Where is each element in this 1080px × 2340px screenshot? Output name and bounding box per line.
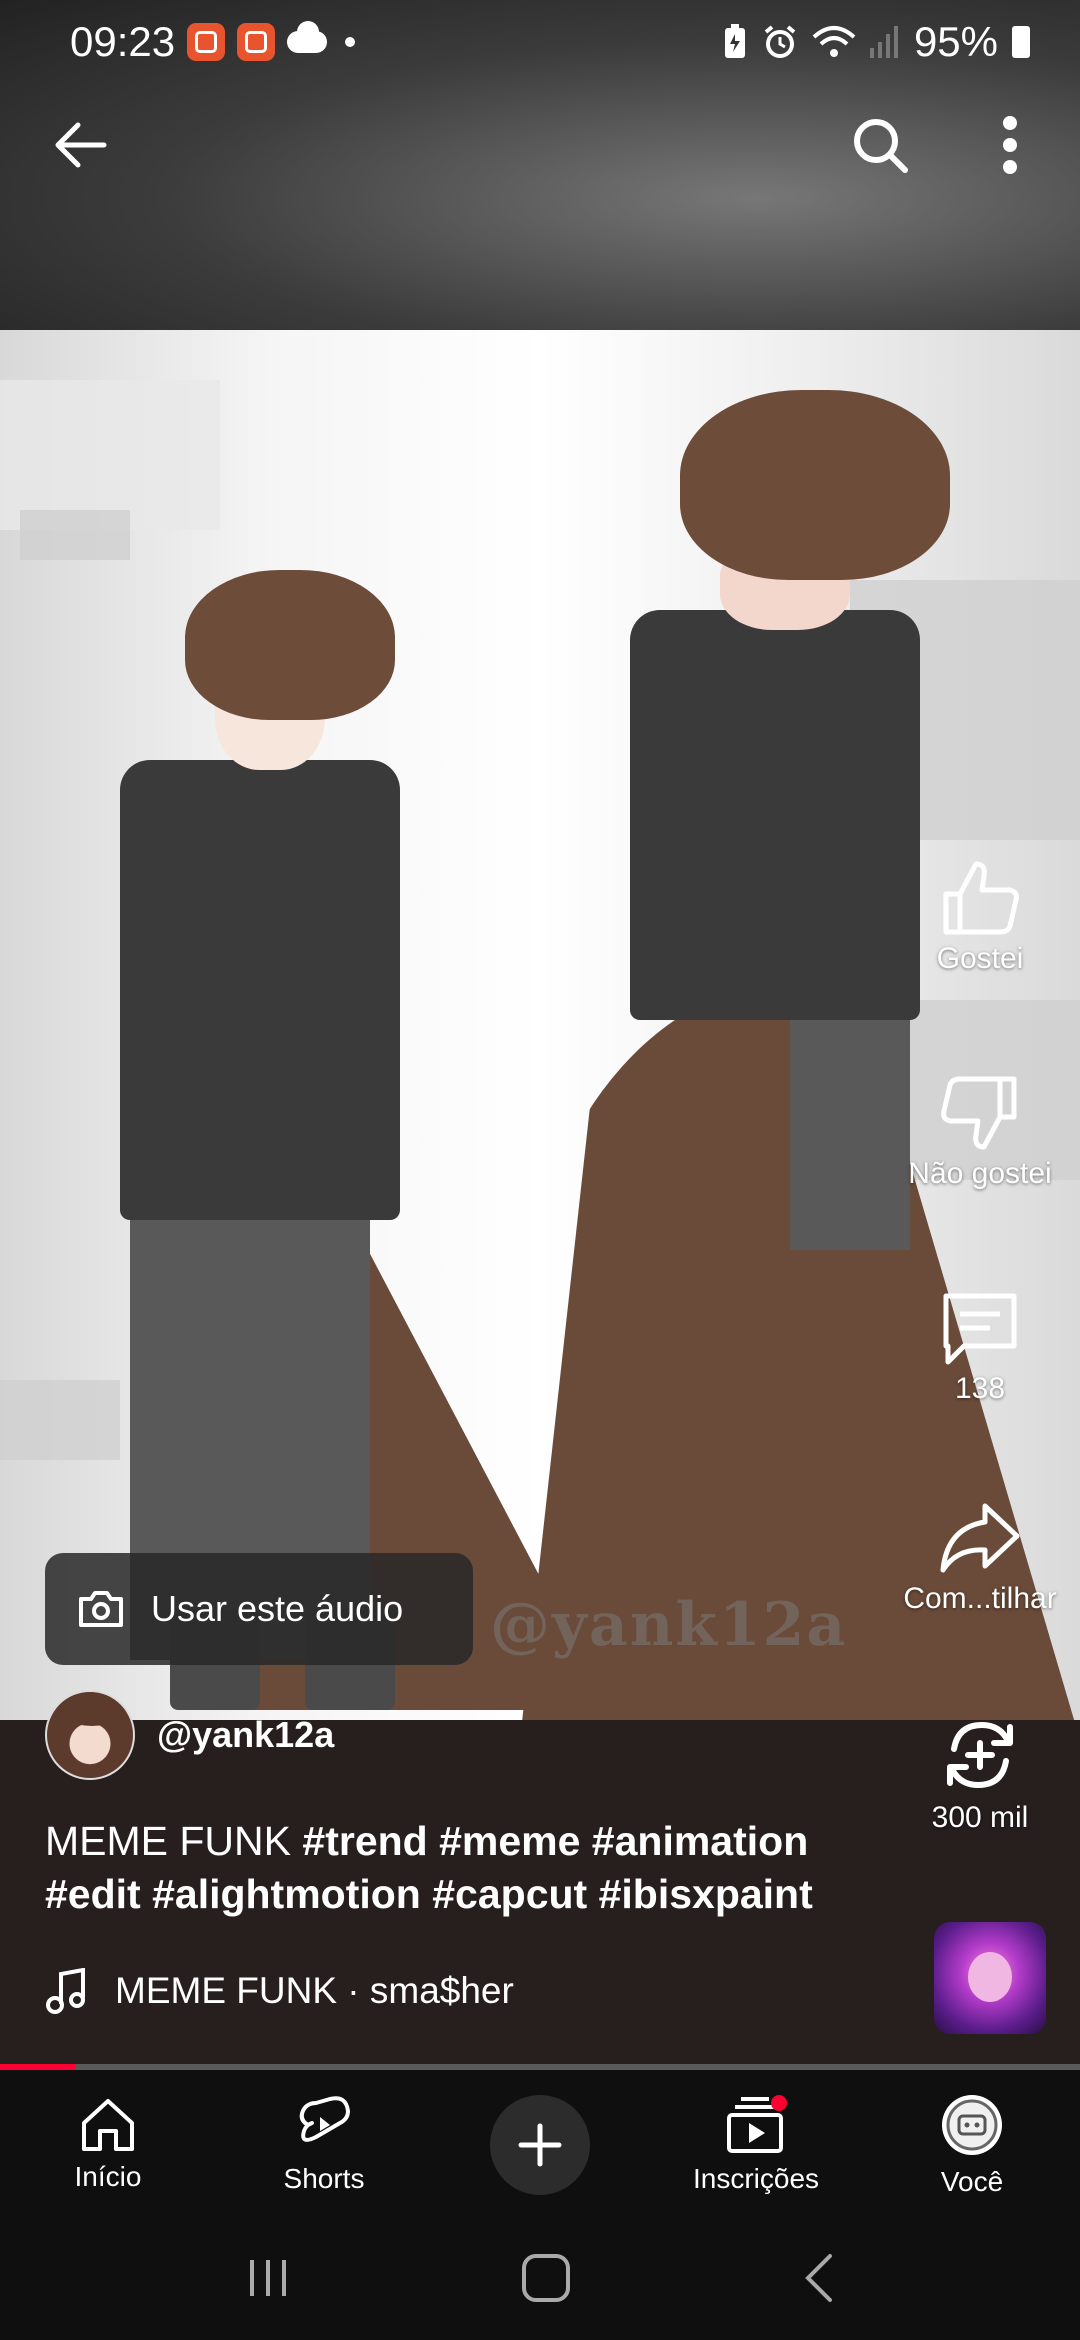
video-title: MEME FUNK — [45, 1818, 291, 1864]
thumbs-down-icon — [941, 1076, 1017, 1150]
shorts-icon — [299, 2096, 350, 2142]
nav-home[interactable]: Início — [0, 2070, 216, 2220]
pixel-cloud — [20, 510, 130, 560]
use-this-audio-button[interactable]: Usar este áudio — [45, 1553, 473, 1665]
create-button[interactable] — [490, 2095, 590, 2195]
app-notification-icon — [187, 23, 226, 61]
hashtags-line-2[interactable]: #edit #alightmotion #capcut #ibisxpaint — [45, 1871, 813, 1917]
home-system-button[interactable] — [520, 2252, 572, 2309]
channel-handle[interactable]: @yank12a — [157, 1714, 334, 1756]
music-label: MEME FUNK · sma$her — [115, 1970, 514, 2011]
video-watermark: @yank12a — [490, 1590, 848, 1660]
comment-icon — [943, 1293, 1017, 1365]
channel-row[interactable]: @yank12a — [45, 1690, 334, 1780]
more-options-button[interactable] — [980, 100, 1040, 190]
nav-create[interactable] — [432, 2070, 648, 2220]
app-notification-icon — [237, 23, 276, 61]
music-note-icon — [46, 1968, 85, 2014]
subscriptions-icon — [727, 2095, 787, 2153]
nav-you[interactable]: Você — [864, 2070, 1080, 2220]
status-bar: 09:23 95% — [0, 0, 1080, 84]
battery-percent: 95% — [913, 18, 998, 65]
home-square-icon — [522, 2253, 570, 2302]
channel-avatar[interactable] — [45, 1690, 135, 1780]
bottom-navigation: Início Shorts Inscrições Você — [0, 2070, 1080, 2220]
recent-apps-icon — [250, 2259, 286, 2296]
plus-icon — [518, 2123, 562, 2167]
pixel-cloud — [0, 1380, 120, 1460]
chevron-left-icon — [805, 2253, 832, 2302]
status-time: 09:23 — [70, 18, 176, 65]
nav-shorts[interactable]: Shorts — [216, 2070, 432, 2220]
share-button[interactable]: Com...tilhar — [880, 1500, 1080, 1616]
home-icon — [82, 2099, 134, 2151]
like-label: Gostei — [936, 942, 1024, 975]
pixel-cloud — [0, 380, 220, 530]
back-system-button[interactable] — [800, 2252, 836, 2309]
remix-icon — [947, 1721, 1013, 1789]
signal-icon — [869, 26, 898, 58]
nav-you-label: Você — [940, 2166, 1004, 2197]
dislike-label: Não gostei — [908, 1157, 1052, 1190]
sound-thumbnail[interactable] — [934, 1922, 1046, 2034]
comments-count: 138 — [954, 1372, 1006, 1405]
hashtags-line-1[interactable]: #trend #meme #animation — [302, 1818, 808, 1864]
top-bar — [0, 100, 1080, 190]
wifi-icon — [812, 26, 856, 57]
like-button[interactable]: Gostei — [880, 860, 1080, 976]
more-notifications-dot-icon — [345, 37, 356, 47]
system-navigation-bar — [0, 2220, 1080, 2340]
alarm-icon — [764, 25, 796, 58]
recent-apps-button[interactable] — [244, 2256, 292, 2305]
search-icon — [854, 119, 908, 173]
dislike-button[interactable]: Não gostei — [880, 1075, 1080, 1191]
comments-button[interactable]: 138 — [880, 1290, 1080, 1406]
nav-subscriptions[interactable]: Inscrições — [648, 2070, 864, 2220]
video-description[interactable]: MEME FUNK #trend #meme #animation #edit … — [45, 1815, 925, 1921]
music-row[interactable]: MEME FUNK · sma$her — [45, 1968, 514, 2014]
back-button[interactable] — [40, 100, 120, 190]
search-button[interactable] — [840, 100, 920, 190]
battery-icon — [1012, 26, 1030, 58]
nav-subscriptions-label: Inscrições — [692, 2163, 820, 2194]
camera-icon — [79, 1591, 123, 1627]
thumbs-up-icon — [943, 861, 1019, 935]
cloud-icon — [287, 21, 328, 53]
profile-avatar-icon — [942, 2095, 1002, 2155]
nav-home-label: Início — [74, 2161, 142, 2192]
battery-saver-icon — [724, 24, 745, 58]
use-this-audio-label: Usar este áudio — [151, 1588, 404, 1629]
arrow-left-icon — [55, 122, 107, 168]
nav-shorts-label: Shorts — [283, 2163, 365, 2194]
more-vertical-icon — [1003, 116, 1017, 174]
share-label: Com...tilhar — [903, 1582, 1057, 1615]
share-icon — [940, 1503, 1020, 1573]
